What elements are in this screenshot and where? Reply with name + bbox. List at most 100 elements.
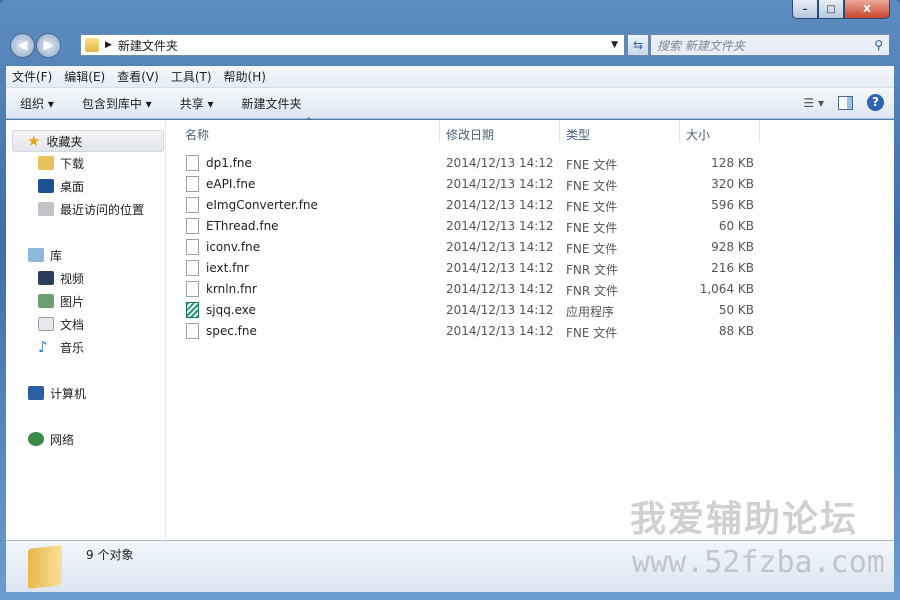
minimize-button[interactable]: – [792, 0, 818, 19]
maximize-button[interactable]: □ [818, 0, 844, 19]
address-bar[interactable]: ▶ 新建文件夹 ▼ [80, 34, 625, 56]
watermark-url: www.52fzba.com [632, 545, 885, 580]
file-name: eAPI.fne [206, 177, 256, 191]
file-type: FNE 文件 [566, 200, 618, 214]
sidebar-item-favorites[interactable]: ★ 收藏夹 [12, 130, 164, 152]
file-icon [186, 281, 199, 297]
file-icon [186, 239, 199, 255]
column-type[interactable]: 类型 [566, 126, 590, 143]
menu-view[interactable]: 查看(V) [111, 68, 165, 85]
close-button[interactable]: X [844, 0, 890, 19]
sidebar-label: 图片 [60, 294, 85, 309]
file-type: FNE 文件 [566, 326, 618, 340]
menu-tools[interactable]: 工具(T) [165, 68, 218, 85]
documents-icon [38, 317, 54, 331]
file-row[interactable]: dp1.fne 2014/12/13 14:12 FNE 文件 128 KB [184, 153, 764, 174]
sidebar-item-videos[interactable]: 视频 [38, 268, 84, 288]
file-row[interactable]: spec.fne 2014/12/13 14:12 FNE 文件 88 KB [184, 321, 764, 342]
sidebar-item-downloads[interactable]: 下载 [38, 153, 84, 173]
forward-button[interactable]: ▶ [36, 32, 61, 58]
sort-ascending-icon: ^ [305, 117, 313, 127]
file-date: 2014/12/13 14:12 [446, 219, 554, 233]
file-date: 2014/12/13 14:12 [446, 177, 554, 191]
sidebar-item-recent[interactable]: 最近访问的位置 [38, 199, 144, 219]
file-date: 2014/12/13 14:12 [446, 303, 554, 317]
file-name: dp1.fne [206, 156, 252, 170]
file-icon [186, 155, 199, 171]
preview-pane-icon[interactable] [838, 95, 853, 110]
sidebar-label: 桌面 [60, 179, 85, 194]
include-in-library-button[interactable]: 包含到库中 ▾ [68, 95, 166, 112]
file-size: 50 KB [718, 303, 754, 317]
downloads-icon [38, 156, 54, 170]
file-name: eImgConverter.fne [206, 198, 318, 212]
menu-file[interactable]: 文件(F) [6, 68, 58, 85]
pictures-icon [38, 294, 54, 308]
file-icon [186, 197, 199, 213]
explorer-window: – □ X ◀ ▶ ▶ 新建文件夹 ▼ ⇆ 搜索 新建文件夹 ⚲ 文件(F) 编… [0, 0, 900, 600]
column-size[interactable]: 大小 [686, 126, 710, 143]
file-type: FNE 文件 [566, 242, 618, 256]
address-dropdown-icon[interactable]: ▼ [611, 40, 618, 50]
file-name: spec.fne [206, 324, 257, 338]
refresh-button[interactable]: ⇆ [627, 34, 649, 56]
file-row[interactable]: eImgConverter.fne 2014/12/13 14:12 FNE 文… [184, 195, 764, 216]
new-folder-button[interactable]: 新建文件夹 [228, 95, 316, 112]
file-row[interactable]: EThread.fne 2014/12/13 14:12 FNE 文件 60 K… [184, 216, 764, 237]
recent-places-icon [38, 202, 54, 216]
menu-help[interactable]: 帮助(H) [218, 68, 272, 85]
exe-icon [186, 302, 199, 318]
view-options-icon[interactable]: ☰ ▾ [803, 96, 824, 110]
sidebar-label: 文档 [60, 317, 85, 332]
file-row[interactable]: iext.fnr 2014/12/13 14:12 FNR 文件 216 KB [184, 258, 764, 279]
file-size: 128 KB [711, 156, 754, 170]
watermark-text: 我爱辅助论坛 [630, 499, 859, 540]
file-type: FNR 文件 [566, 263, 619, 277]
search-icon[interactable]: ⚲ [874, 38, 883, 52]
file-type: FNE 文件 [566, 221, 618, 235]
file-row[interactable]: sjqq.exe 2014/12/13 14:12 应用程序 50 KB [184, 300, 764, 321]
sidebar-item-documents[interactable]: 文档 [38, 314, 84, 334]
file-date: 2014/12/13 14:12 [446, 156, 554, 170]
file-date: 2014/12/13 14:12 [446, 282, 554, 296]
computer-icon [28, 386, 44, 400]
libraries-icon [28, 248, 44, 262]
file-date: 2014/12/13 14:12 [446, 198, 554, 212]
sidebar-item-desktop[interactable]: 桌面 [38, 176, 84, 196]
breadcrumb-arrow-icon: ▶ [105, 40, 112, 50]
folder-icon [85, 38, 99, 52]
file-size: 928 KB [711, 240, 754, 254]
file-size: 596 KB [711, 198, 754, 212]
file-row[interactable]: eAPI.fne 2014/12/13 14:12 FNE 文件 320 KB [184, 174, 764, 195]
sidebar-item-music[interactable]: ♪ 音乐 [38, 337, 84, 357]
file-type: FNR 文件 [566, 284, 619, 298]
sidebar-item-libraries[interactable]: 库 [28, 245, 62, 265]
sidebar-item-pictures[interactable]: 图片 [38, 291, 84, 311]
column-date[interactable]: 修改日期 [446, 126, 494, 143]
help-icon[interactable]: ? [867, 94, 884, 111]
column-name[interactable]: 名称 [185, 126, 209, 143]
back-button[interactable]: ◀ [10, 32, 35, 58]
menu-bar: 文件(F) 编辑(E) 查看(V) 工具(T) 帮助(H) [6, 66, 894, 88]
share-button[interactable]: 共享 ▾ [166, 95, 228, 112]
menu-edit[interactable]: 编辑(E) [58, 68, 111, 85]
file-type: FNE 文件 [566, 179, 618, 193]
star-icon: ★ [27, 132, 41, 150]
breadcrumb-current[interactable]: 新建文件夹 [118, 37, 178, 54]
sidebar-label: 最近访问的位置 [60, 202, 145, 217]
file-type: FNE 文件 [566, 158, 618, 172]
file-size: 320 KB [711, 177, 754, 191]
organize-button[interactable]: 组织 ▾ [6, 95, 68, 112]
file-row[interactable]: iconv.fne 2014/12/13 14:12 FNE 文件 928 KB [184, 237, 764, 258]
file-size: 60 KB [718, 219, 754, 233]
sidebar-item-computer[interactable]: 计算机 [28, 383, 86, 403]
search-placeholder: 搜索 新建文件夹 [657, 38, 745, 53]
file-size: 88 KB [718, 324, 754, 338]
video-icon [38, 271, 54, 285]
file-name: iext.fnr [206, 261, 249, 275]
sidebar-item-network[interactable]: 网络 [28, 429, 74, 449]
file-row[interactable]: krnln.fnr 2014/12/13 14:12 FNR 文件 1,064 … [184, 279, 764, 300]
column-headers: 名称 ^ 修改日期 类型 大小 [173, 117, 894, 146]
file-icon [186, 260, 199, 276]
search-input[interactable]: 搜索 新建文件夹 ⚲ [650, 34, 890, 56]
